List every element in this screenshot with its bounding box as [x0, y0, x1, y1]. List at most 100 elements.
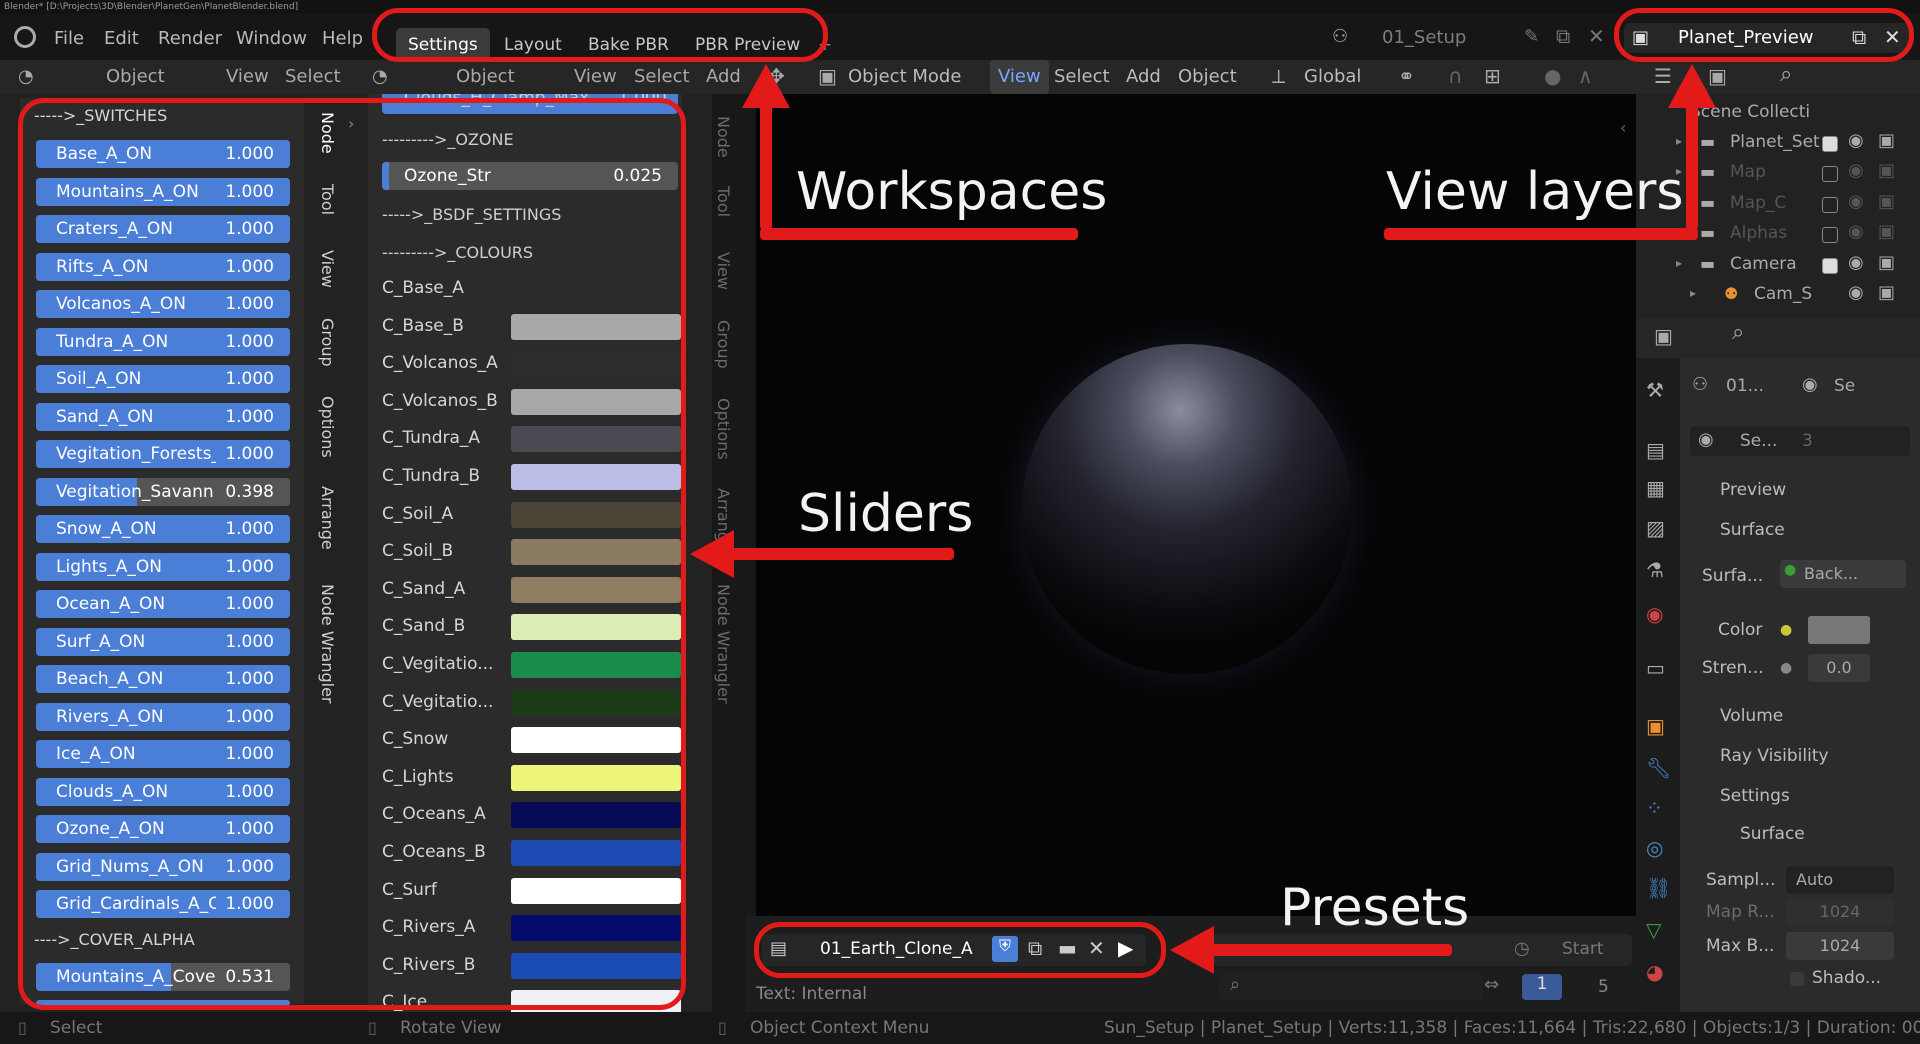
viewport-tab-node[interactable]: Node: [714, 116, 733, 158]
left-view-menu[interactable]: View: [226, 66, 269, 87]
snap-target-icon[interactable]: ⊞: [1484, 64, 1501, 88]
world-selector[interactable]: ◉ Se... 3: [1690, 426, 1910, 456]
modifier-props-icon[interactable]: 🔧︎: [1646, 756, 1671, 780]
physics-props-icon[interactable]: ◎: [1646, 836, 1663, 860]
tool-props-icon[interactable]: ⚒: [1646, 378, 1664, 402]
viewport-view-menu[interactable]: View: [990, 60, 1049, 94]
panel-settings[interactable]: Settings: [1720, 786, 1790, 806]
range-icon[interactable]: ⇔: [1484, 974, 1499, 995]
editor-type-icon[interactable]: ◔: [18, 66, 34, 87]
menu-edit[interactable]: Edit: [104, 28, 139, 49]
blender-logo-icon[interactable]: [14, 26, 36, 48]
visibility-eye-icon[interactable]: ◉: [1848, 191, 1864, 212]
visibility-eye-icon[interactable]: ◉: [1848, 221, 1864, 242]
menu-window[interactable]: Window: [236, 28, 307, 49]
viewport-tab-view[interactable]: View: [714, 252, 733, 290]
status-rotate: Rotate View: [400, 1018, 502, 1038]
data-props-icon[interactable]: ▽: [1646, 918, 1661, 942]
viewport-tab-node-wrangler[interactable]: Node Wrangler: [714, 584, 733, 704]
breadcrumb-scene-icon: ⚇: [1692, 374, 1709, 395]
visibility-eye-icon[interactable]: ◉: [1848, 160, 1864, 181]
world-props-icon[interactable]: ◉: [1646, 602, 1663, 626]
mid-editor-type-icon[interactable]: ◔: [372, 66, 388, 87]
panel-ray-visibility[interactable]: Ray Visibility: [1720, 746, 1829, 766]
expand-arrow-icon[interactable]: ▸: [1690, 286, 1696, 300]
mid-add-menu[interactable]: Add: [706, 66, 741, 87]
map-res-field[interactable]: 1024: [1786, 898, 1894, 926]
collection-props-icon[interactable]: ▭: [1646, 656, 1665, 680]
constraints-props-icon[interactable]: ⛓︎: [1646, 876, 1671, 900]
object-mode-dropdown[interactable]: Object Mode: [848, 66, 961, 87]
particles-props-icon[interactable]: ⁘: [1646, 796, 1663, 820]
surface-value-field[interactable]: ● Back...: [1780, 560, 1906, 588]
viewport-tab-options[interactable]: Options: [714, 398, 733, 460]
close-scene-icon[interactable]: ✕: [1588, 24, 1605, 48]
exclude-checkbox[interactable]: [1822, 136, 1838, 152]
proportional-icon[interactable]: ●: [1544, 64, 1561, 88]
render-camera-icon[interactable]: ▣: [1878, 282, 1895, 303]
mid-select-menu[interactable]: Select: [634, 66, 690, 87]
visibility-eye-icon[interactable]: ◉: [1848, 130, 1864, 151]
expand-arrow-icon[interactable]: ▸: [1676, 134, 1682, 148]
render-camera-icon[interactable]: ▣: [1878, 252, 1895, 273]
viewport-tab-group[interactable]: Group: [714, 320, 733, 369]
max-b-field[interactable]: 1024: [1786, 932, 1894, 960]
exclude-checkbox[interactable]: [1822, 166, 1838, 183]
mode-icon[interactable]: ▣: [818, 64, 837, 88]
left-select-menu[interactable]: Select: [285, 66, 341, 87]
subpanel-surface[interactable]: Surface: [1740, 824, 1805, 844]
pin-icon[interactable]: ✎: [1524, 26, 1539, 47]
panel-surface[interactable]: Surface: [1720, 520, 1785, 540]
exclude-checkbox[interactable]: [1822, 257, 1838, 274]
scene-props-icon[interactable]: ⚗: [1646, 558, 1664, 582]
viewport-object-menu[interactable]: Object: [1178, 66, 1237, 87]
panel-volume[interactable]: Volume: [1720, 706, 1783, 726]
expand-arrow-icon[interactable]: ▸: [1676, 256, 1682, 270]
timeline-search[interactable]: ⌕: [1218, 974, 1482, 1000]
menu-help[interactable]: Help: [322, 28, 363, 49]
render-camera-icon[interactable]: ▣: [1878, 160, 1895, 181]
visibility-eye-icon[interactable]: ◉: [1848, 282, 1864, 303]
mid-view-menu[interactable]: View: [574, 66, 617, 87]
properties-type-icon[interactable]: ▣: [1654, 324, 1673, 348]
viewport-add-menu[interactable]: Add: [1126, 66, 1161, 87]
color-label: Color: [1718, 620, 1763, 640]
object-props-icon[interactable]: ▣: [1646, 714, 1665, 738]
panel-preview[interactable]: Preview: [1720, 480, 1786, 500]
view-layer-props-icon[interactable]: ▨: [1646, 516, 1665, 540]
strength-socket-icon: ●: [1780, 660, 1793, 676]
color-swatch[interactable]: [1808, 616, 1870, 644]
falloff-icon[interactable]: ∧: [1578, 64, 1593, 88]
render-camera-icon[interactable]: ▣: [1878, 191, 1895, 212]
mid-mode-dropdown[interactable]: Object: [456, 66, 515, 87]
scene-icon[interactable]: ⚇: [1332, 26, 1360, 48]
left-mode-dropdown[interactable]: Object: [106, 66, 165, 87]
pivot-icon[interactable]: ⚭: [1398, 64, 1415, 88]
outliner-search-icon[interactable]: ⌕: [1780, 62, 1792, 87]
shadow-checkbox[interactable]: [1790, 972, 1804, 986]
scene-name[interactable]: 01_Setup: [1382, 27, 1466, 48]
exclude-checkbox[interactable]: [1822, 196, 1838, 213]
orientation-dropdown[interactable]: Global: [1304, 66, 1361, 87]
material-props-icon[interactable]: ◕: [1646, 960, 1663, 984]
menu-render[interactable]: Render: [158, 28, 222, 49]
properties-search-icon[interactable]: ⌕: [1732, 320, 1744, 345]
frame-start-field[interactable]: 1: [1522, 974, 1562, 1000]
sampling-dropdown[interactable]: Auto: [1786, 866, 1894, 894]
magnet-icon[interactable]: ∩: [1448, 64, 1463, 88]
exclude-checkbox[interactable]: [1822, 227, 1838, 244]
orientation-icon[interactable]: ⟂: [1272, 64, 1285, 88]
stopwatch-icon[interactable]: ◷: [1514, 938, 1530, 959]
render-props-icon[interactable]: ▤: [1646, 438, 1665, 462]
render-camera-icon[interactable]: ▣: [1878, 221, 1895, 242]
output-props-icon[interactable]: ▦: [1646, 476, 1665, 500]
viewport-select-menu[interactable]: Select: [1054, 66, 1110, 87]
new-scene-icon[interactable]: ⧉: [1556, 24, 1570, 48]
viewport-tab-tool[interactable]: Tool: [714, 186, 733, 217]
viewport-collapse-icon[interactable]: ‹: [1620, 118, 1626, 137]
strength-field[interactable]: 0.0: [1808, 654, 1870, 682]
menu-file[interactable]: File: [54, 28, 84, 49]
visibility-eye-icon[interactable]: ◉: [1848, 252, 1864, 273]
render-camera-icon[interactable]: ▣: [1878, 130, 1895, 151]
world-icon: ◉: [1698, 429, 1714, 450]
